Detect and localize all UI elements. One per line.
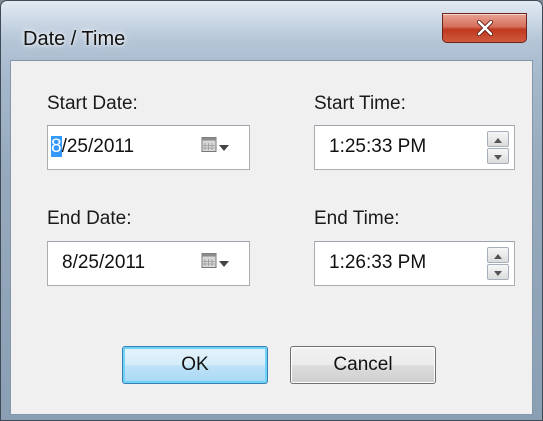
end-date-dropdown[interactable] bbox=[201, 252, 237, 274]
spin-up-button[interactable] bbox=[487, 131, 509, 147]
dialog-window: Date / Time Start Date: 8/25/2011 Start … bbox=[0, 0, 543, 421]
start-time-spinner[interactable] bbox=[487, 131, 509, 165]
spin-down-button[interactable] bbox=[487, 264, 509, 280]
ok-button[interactable]: OK bbox=[122, 346, 268, 384]
chevron-down-icon bbox=[219, 138, 229, 156]
start-time-label: Start Time: bbox=[314, 93, 406, 114]
end-date-value[interactable]: 8/25/2011 bbox=[62, 252, 145, 274]
start-time-picker[interactable]: 1:25:33 PM bbox=[314, 125, 515, 170]
spin-up-icon bbox=[494, 246, 502, 264]
end-time-label: End Time: bbox=[314, 208, 400, 229]
calendar-icon bbox=[201, 252, 217, 274]
spin-down-icon bbox=[494, 263, 502, 281]
end-time-picker[interactable]: 1:26:33 PM bbox=[314, 241, 515, 286]
close-button[interactable] bbox=[442, 13, 527, 43]
start-date-picker[interactable]: 8/25/2011 bbox=[47, 125, 250, 170]
close-icon bbox=[476, 20, 494, 36]
dialog-body: Start Date: 8/25/2011 Start Time: 1:25:3… bbox=[10, 60, 533, 415]
end-date-label: End Date: bbox=[47, 208, 132, 229]
start-date-label: Start Date: bbox=[47, 93, 138, 114]
start-date-selected-segment[interactable]: 8 bbox=[51, 136, 62, 157]
end-date-picker[interactable]: 8/25/2011 bbox=[47, 241, 250, 286]
start-time-value[interactable]: 1:25:33 PM bbox=[329, 136, 426, 158]
start-date-dropdown[interactable] bbox=[201, 136, 237, 158]
cancel-button[interactable]: Cancel bbox=[290, 346, 436, 384]
spin-down-icon bbox=[494, 147, 502, 165]
start-date-rest: /25/2011 bbox=[61, 136, 135, 157]
end-time-spinner[interactable] bbox=[487, 247, 509, 281]
window-title: Date / Time bbox=[23, 28, 126, 50]
end-time-value[interactable]: 1:26:33 PM bbox=[329, 252, 426, 274]
spin-up-icon bbox=[494, 130, 502, 148]
spin-up-button[interactable] bbox=[487, 247, 509, 263]
start-date-value[interactable]: 8/25/2011 bbox=[51, 136, 134, 158]
calendar-icon bbox=[201, 136, 217, 158]
spin-down-button[interactable] bbox=[487, 148, 509, 164]
chevron-down-icon bbox=[219, 254, 229, 272]
